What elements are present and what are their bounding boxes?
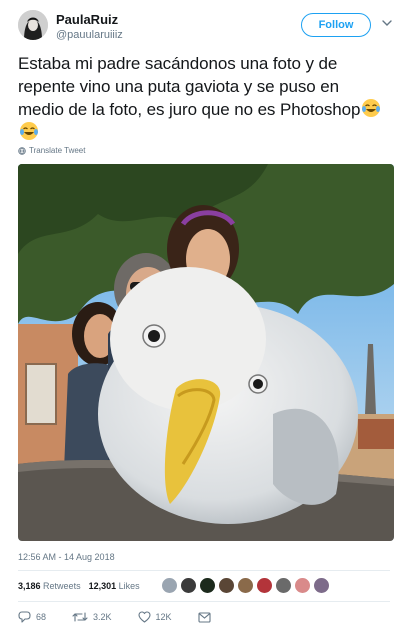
like-count: 12K xyxy=(155,612,172,622)
retweets-label: Retweets xyxy=(43,581,81,591)
tweet-photo[interactable] xyxy=(18,164,394,541)
tears-of-joy-emoji-icon xyxy=(362,99,381,117)
liker-avatar[interactable] xyxy=(161,577,178,594)
liker-avatar[interactable] xyxy=(218,577,235,594)
liker-avatar[interactable] xyxy=(180,577,197,594)
likes-stat[interactable]: 12,301 Likes xyxy=(89,581,140,591)
liker-avatars xyxy=(161,577,330,594)
divider xyxy=(18,570,390,571)
liker-avatar[interactable] xyxy=(313,577,330,594)
user-info: PaulaRuiz @pauularuiiiz xyxy=(56,12,123,42)
retweets-count: 3,186 xyxy=(18,581,41,591)
globe-icon xyxy=(18,146,26,155)
direct-message-button[interactable] xyxy=(197,611,211,623)
avatar[interactable] xyxy=(18,10,48,40)
user-handle[interactable]: @pauularuiiiz xyxy=(56,28,123,42)
retweet-icon xyxy=(72,612,88,622)
tweet-actions: 68 3.2K 12K xyxy=(18,611,237,623)
liker-avatar[interactable] xyxy=(256,577,273,594)
retweets-stat[interactable]: 3,186 Retweets xyxy=(18,581,81,591)
tweet-stats: 3,186 Retweets 12,301 Likes xyxy=(18,581,140,591)
liker-avatar[interactable] xyxy=(199,577,216,594)
like-button[interactable]: 12K xyxy=(137,611,172,623)
tears-of-joy-emoji-icon xyxy=(20,122,38,140)
likes-label: Likes xyxy=(118,581,140,591)
display-name[interactable]: PaulaRuiz xyxy=(56,12,123,28)
liker-avatar[interactable] xyxy=(275,577,292,594)
heart-icon xyxy=(137,611,151,623)
chevron-down-icon[interactable] xyxy=(382,19,392,27)
reply-count: 68 xyxy=(36,612,47,622)
translate-tweet-link[interactable]: Translate Tweet xyxy=(18,146,85,155)
retweet-count: 3.2K xyxy=(93,612,112,622)
translate-label: Translate Tweet xyxy=(29,146,86,155)
tweet-timestamp[interactable]: 12:56 AM - 14 Aug 2018 xyxy=(18,552,115,562)
tweet-body: Estaba mi padre sacándonos una foto y de… xyxy=(18,54,361,119)
liker-avatar[interactable] xyxy=(294,577,311,594)
follow-button[interactable]: Follow xyxy=(301,13,371,37)
reply-icon xyxy=(18,611,31,623)
liker-avatar[interactable] xyxy=(237,577,254,594)
tweet-text: Estaba mi padre sacándonos una foto y de… xyxy=(18,52,388,144)
reply-button[interactable]: 68 xyxy=(18,611,46,623)
retweet-button[interactable]: 3.2K xyxy=(72,611,112,623)
divider xyxy=(18,601,390,602)
envelope-icon xyxy=(197,611,211,623)
likes-count: 12,301 xyxy=(88,581,117,591)
